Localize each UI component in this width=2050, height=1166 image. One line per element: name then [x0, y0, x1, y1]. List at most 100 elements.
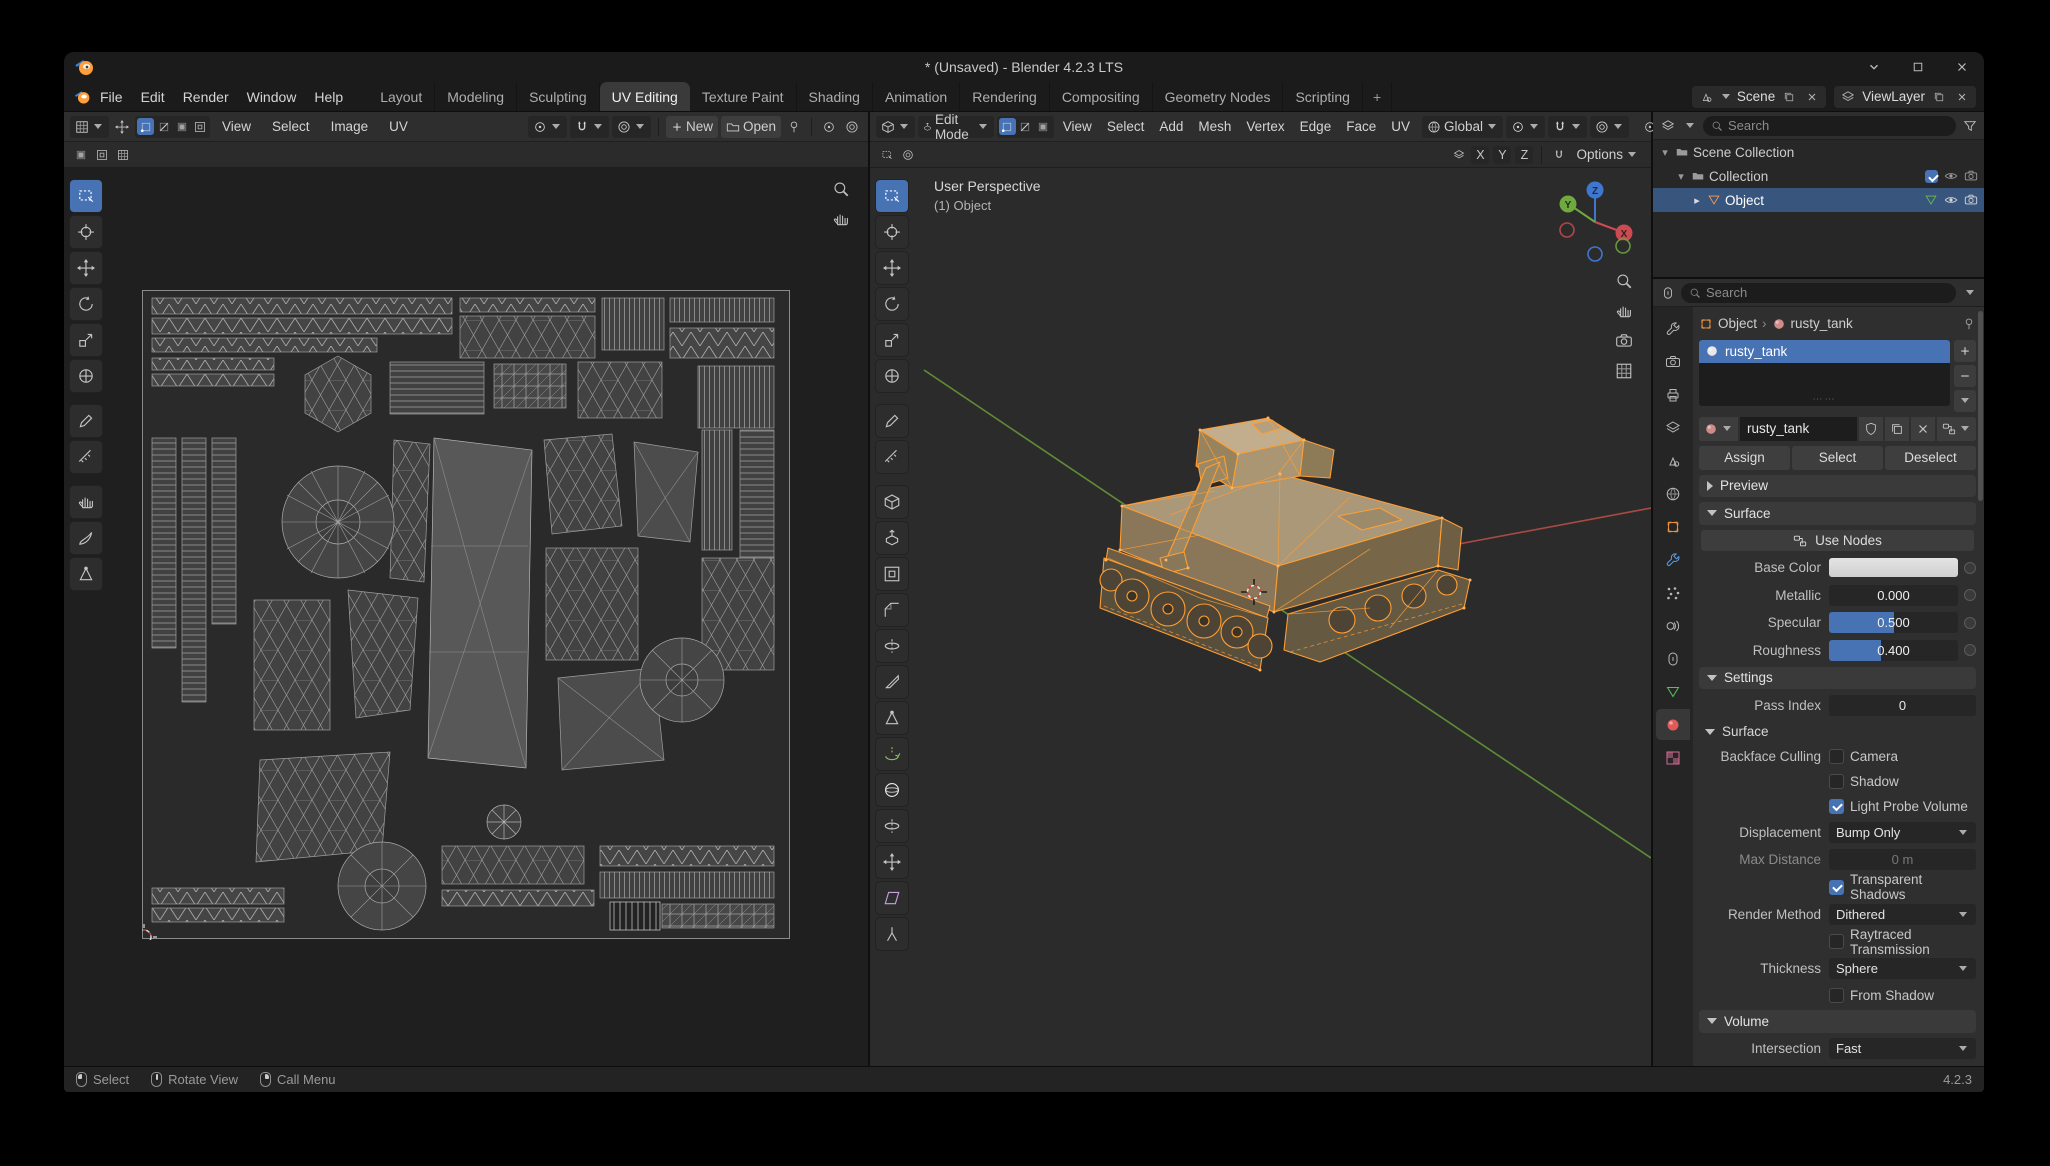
tool-annotate[interactable]	[70, 405, 102, 437]
preview-panel-header[interactable]: Preview	[1699, 475, 1976, 498]
vp-menu-view[interactable]: View	[1057, 116, 1098, 137]
uv-new-image-button[interactable]: New	[666, 116, 718, 138]
snap-extra-icon[interactable]	[1550, 146, 1567, 163]
intersection-dropdown[interactable]: Fast	[1829, 1038, 1976, 1059]
tab-tool[interactable]	[1656, 313, 1690, 344]
uv-pan-icon[interactable]	[832, 210, 850, 228]
tab-animation[interactable]: Animation	[873, 82, 960, 111]
roughness-slider[interactable]: 0.400	[1829, 640, 1958, 661]
mirror-icon[interactable]	[1450, 146, 1467, 163]
uv-gizmos-toggle[interactable]	[819, 117, 839, 137]
pass-index-field[interactable]: 0	[1829, 695, 1976, 716]
unlink-material-button[interactable]	[1911, 417, 1935, 441]
tab-geometry-nodes[interactable]: Geometry Nodes	[1153, 82, 1284, 111]
tool-edge-slide[interactable]	[876, 810, 908, 842]
uv-select-island-icon[interactable]	[191, 118, 208, 135]
scene-new-icon[interactable]	[1780, 88, 1798, 106]
use-nodes-button[interactable]: Use Nodes	[1701, 530, 1974, 552]
scene-unlink-icon[interactable]	[1803, 88, 1821, 106]
backface-shadow-checkbox[interactable]	[1829, 774, 1844, 789]
tool-poly-build[interactable]	[876, 702, 908, 734]
pivot-point-dropdown[interactable]	[1506, 116, 1545, 138]
object-render-icon[interactable]	[1964, 193, 1978, 207]
tab-compositing[interactable]: Compositing	[1050, 82, 1153, 111]
outliner-row-object[interactable]: ▸ Object	[1653, 188, 1984, 212]
tool-options-dropdown[interactable]: Options	[1571, 144, 1643, 166]
transparent-shadows-checkbox[interactable]	[1829, 880, 1844, 895]
vp-menu-edge[interactable]: Edge	[1294, 116, 1338, 137]
properties-scrollbar[interactable]	[1978, 311, 1983, 501]
material-name-field[interactable]: rusty_tank	[1740, 417, 1857, 441]
assign-button[interactable]: Assign	[1699, 446, 1790, 470]
tool-shear[interactable]	[876, 882, 908, 914]
max-distance-field[interactable]: 0 m	[1829, 849, 1976, 870]
from-shadow-checkbox[interactable]	[1829, 988, 1844, 1003]
tab-layout[interactable]: Layout	[368, 82, 435, 111]
render-method-dropdown[interactable]: Dithered	[1829, 904, 1976, 925]
material-slot-row[interactable]: rusty_tank	[1699, 340, 1950, 363]
vp-camera-view-icon[interactable]	[1615, 332, 1633, 350]
select-mode-face-icon[interactable]	[1035, 118, 1052, 135]
uv-select-face-icon[interactable]	[173, 118, 190, 135]
raytraced-checkbox[interactable]	[1829, 934, 1844, 949]
tool-smooth[interactable]	[876, 774, 908, 806]
tool-bevel[interactable]	[876, 594, 908, 626]
uv-overlays-toggle[interactable]	[842, 117, 862, 137]
outliner-row-scene-collection[interactable]: ▾ Scene Collection	[1653, 140, 1984, 164]
select-mode-edge-icon[interactable]	[1017, 118, 1034, 135]
displacement-dropdown[interactable]: Bump Only	[1829, 822, 1976, 843]
slot-list-grip[interactable]: ⋯⋯	[1699, 396, 1950, 404]
tab-scene[interactable]	[1656, 445, 1690, 476]
gizmo-z-neg[interactable]	[1588, 247, 1602, 261]
uv-tool-settings-icon-2[interactable]	[93, 146, 110, 163]
tab-uv-editing[interactable]: UV Editing	[600, 82, 690, 111]
tool-cursor[interactable]	[876, 216, 908, 248]
light-probe-checkbox[interactable]	[1829, 799, 1844, 814]
uv-select-vertex-icon[interactable]	[137, 118, 154, 135]
tool-rotate[interactable]	[876, 288, 908, 320]
outliner-editor-type-button[interactable]	[1659, 117, 1676, 134]
tool-tweak[interactable]	[70, 180, 102, 212]
add-material-slot-button[interactable]	[1954, 340, 1976, 362]
vp-menu-add[interactable]: Add	[1153, 116, 1189, 137]
tool-relax[interactable]	[70, 522, 102, 554]
menu-edit[interactable]: Edit	[132, 86, 174, 108]
object-hide-icon[interactable]	[1944, 193, 1958, 207]
fake-user-button[interactable]	[1859, 417, 1883, 441]
surface-subpanel-header[interactable]: Surface	[1699, 722, 1976, 742]
tool-tweak[interactable]	[876, 180, 908, 212]
specular-animate-dot[interactable]	[1964, 617, 1976, 629]
volume-panel-header[interactable]: Volume	[1699, 1010, 1976, 1033]
tool-add-cube[interactable]	[876, 486, 908, 518]
tab-sculpting[interactable]: Sculpting	[517, 82, 600, 111]
tool-move[interactable]	[70, 252, 102, 284]
viewlayer-unlink-icon[interactable]	[1953, 88, 1971, 106]
uv-menu-image[interactable]: Image	[322, 116, 378, 137]
tool-knife[interactable]	[876, 666, 908, 698]
tab-view-layer[interactable]	[1656, 412, 1690, 443]
tool-scale[interactable]	[876, 324, 908, 356]
viewlayer-new-icon[interactable]	[1930, 88, 1948, 106]
settings-panel-header[interactable]: Settings	[1699, 667, 1976, 690]
tool-extrude[interactable]	[876, 522, 908, 554]
uv-islands[interactable]	[142, 290, 790, 940]
uv-tool-settings-icon-1[interactable]	[72, 146, 89, 163]
node-editor-toggle[interactable]	[1937, 417, 1976, 441]
outliner-row-collection[interactable]: ▾ Collection	[1653, 164, 1984, 188]
uv-pin-icon[interactable]	[784, 117, 804, 137]
titlebar[interactable]: * (Unsaved) - Blender 4.2.3 LTS	[64, 52, 1984, 82]
tab-modeling[interactable]: Modeling	[435, 82, 517, 111]
tab-texture-paint[interactable]: Texture Paint	[690, 82, 797, 111]
proportional-edit-dropdown[interactable]	[1590, 116, 1629, 138]
tool-spin[interactable]	[876, 738, 908, 770]
outliner-filter-icon[interactable]	[1961, 117, 1978, 134]
tab-world[interactable]	[1656, 478, 1690, 509]
collection-hide-icon[interactable]	[1944, 169, 1958, 183]
breadcrumb-material[interactable]: rusty_tank	[1791, 316, 1853, 331]
tool-measure[interactable]	[70, 441, 102, 473]
vp-zoom-icon[interactable]	[1615, 272, 1633, 290]
uv-menu-view[interactable]: View	[213, 116, 260, 137]
add-workspace-button[interactable]: +	[1363, 82, 1392, 111]
symmetry-z-toggle[interactable]: Z	[1515, 146, 1533, 164]
vp-tool-settings-icon-1[interactable]	[878, 146, 895, 163]
